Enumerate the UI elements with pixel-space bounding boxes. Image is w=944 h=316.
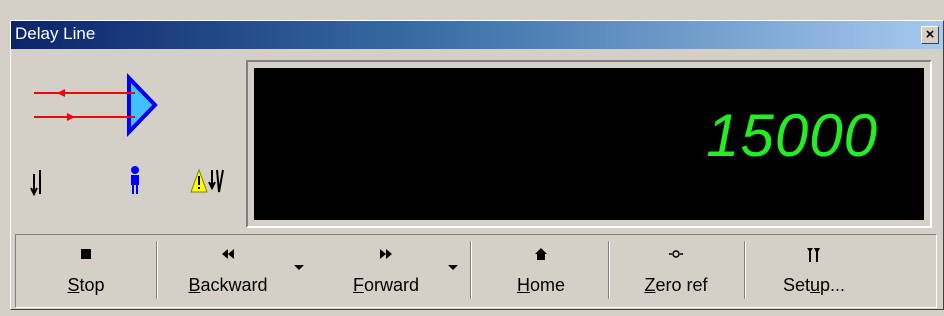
position-display: 15000	[246, 60, 932, 228]
status-icon-area	[29, 66, 249, 226]
control-toolbar: Stop Backward Forward Home Zero ref Setu…	[15, 234, 937, 308]
zero-ref-label: Zero ref	[644, 275, 708, 295]
close-icon: ×	[925, 26, 935, 43]
backward-button[interactable]: Backward	[168, 235, 288, 307]
stop-icon	[26, 247, 146, 263]
position-readout: 15000	[706, 102, 878, 169]
tools-icon	[754, 247, 874, 265]
window-title: Delay Line	[15, 24, 96, 43]
main-panel: 15000 Stop Backward Forward Home Zero re…	[11, 50, 943, 311]
home-label: Home	[516, 275, 565, 295]
toolbar-separator	[744, 241, 746, 299]
home-icon	[481, 247, 601, 263]
delay-line-window: Delay Line × 15000 Stop Backward Forward…	[10, 20, 944, 310]
toolbar-separator	[470, 241, 472, 299]
sensor-icon	[208, 169, 224, 193]
stop-button[interactable]: Stop	[26, 235, 146, 307]
backward-label: Backward	[188, 275, 268, 295]
rewind-icon	[168, 247, 288, 263]
stop-label: Stop	[67, 275, 105, 295]
backward-dropdown-arrow-icon[interactable]	[294, 265, 304, 270]
toolbar-separator	[608, 241, 610, 299]
forward-button[interactable]: Forward	[326, 235, 446, 307]
setup-button[interactable]: Setup...	[754, 235, 874, 307]
toolbar-separator	[156, 241, 158, 299]
display-screen: 15000	[254, 68, 924, 220]
forward-label: Forward	[352, 275, 420, 295]
home-button[interactable]: Home	[481, 235, 601, 307]
forward-dropdown-arrow-icon[interactable]	[448, 265, 458, 270]
setup-label: Setup...	[782, 275, 846, 295]
fast-forward-icon	[326, 247, 446, 263]
zero-ref-button[interactable]: Zero ref	[616, 235, 736, 307]
zero-ref-icon	[616, 247, 736, 263]
title-bar[interactable]: Delay Line ×	[11, 21, 943, 49]
close-button[interactable]: ×	[921, 26, 939, 44]
